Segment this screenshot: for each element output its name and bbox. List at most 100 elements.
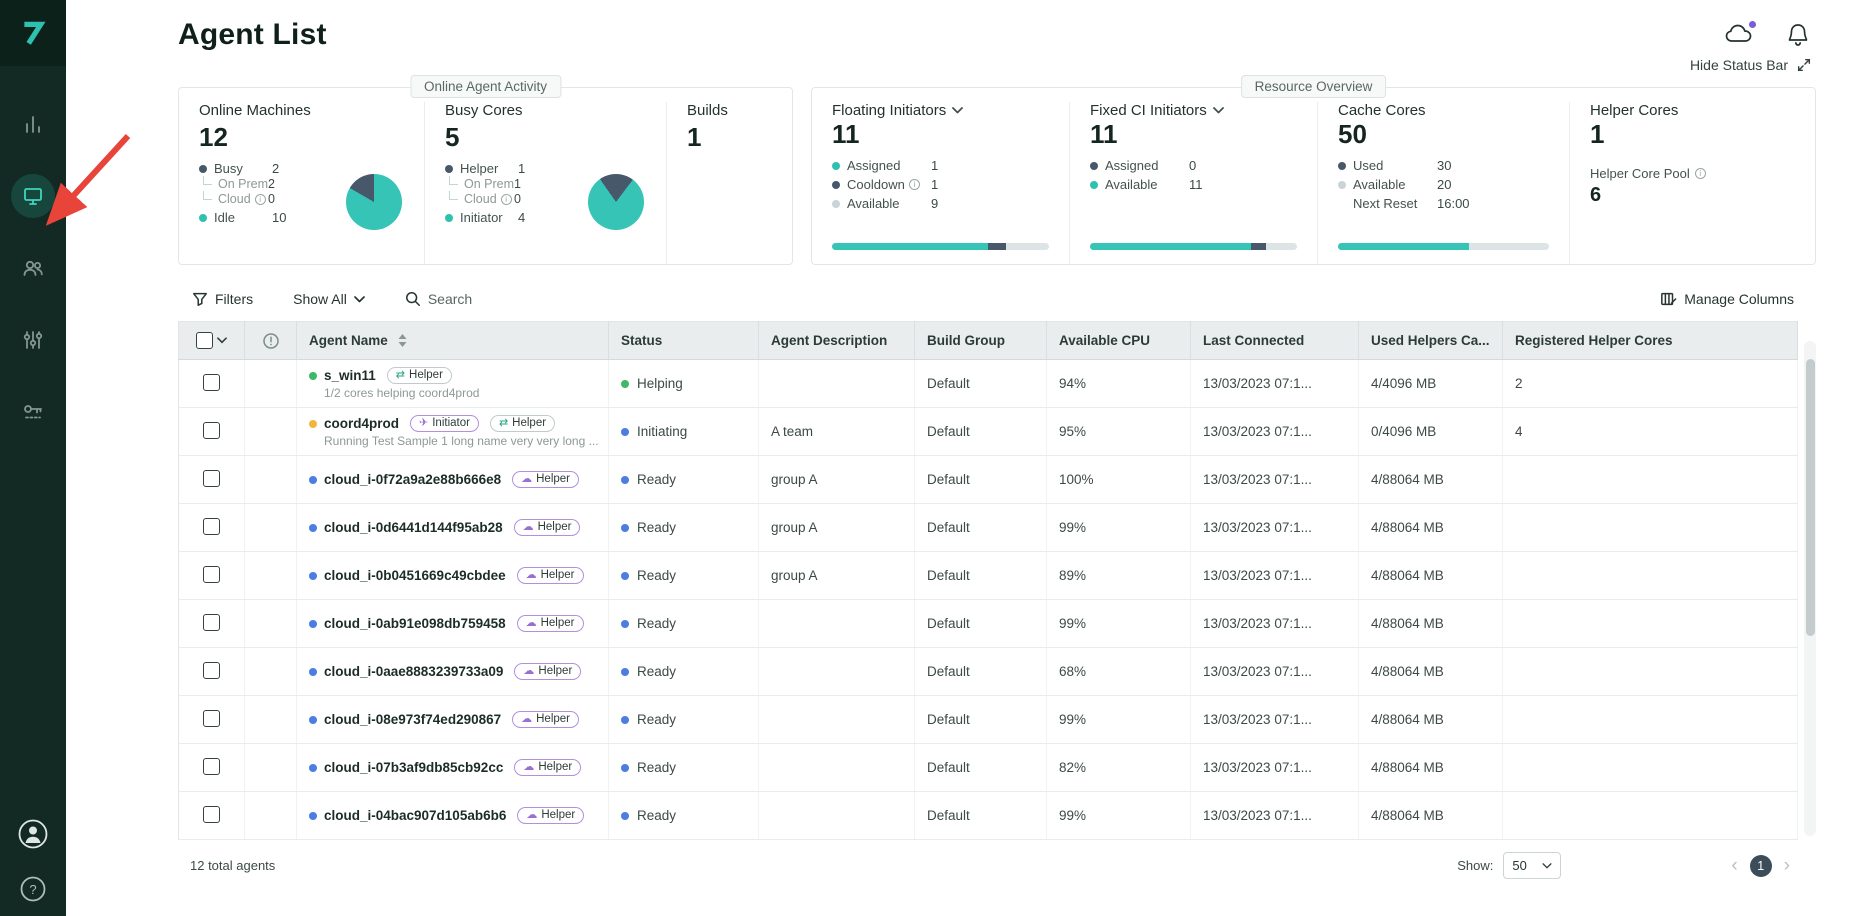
sidebar-item-agents[interactable] [11,174,55,218]
column-header-registered-cores[interactable]: Registered Helper Cores [1503,322,1798,360]
cooldown-dot [832,181,840,189]
cloud-icon: ☁ [526,810,537,821]
available-cpu: 99% [1047,504,1191,552]
sort-icon[interactable] [398,334,407,347]
row-checkbox[interactable] [203,758,220,775]
app-logo[interactable] [0,0,66,66]
prev-page-button[interactable]: ‹ [1731,856,1737,875]
info-icon[interactable] [501,194,512,205]
status-label: Ready [637,664,676,679]
filters-button[interactable]: Filters [192,291,253,307]
column-header-description[interactable]: Agent Description [759,322,915,360]
tree-line [449,191,458,200]
agent-name[interactable]: cloud_i-08e973f74ed290867 [324,712,501,727]
alert-cell [245,600,297,648]
agent-description: group A [759,456,915,504]
build-group: Default [915,792,1047,840]
table-row: cloud_i-04bac907d105ab6b6☁HelperReadyDef… [179,792,1798,840]
row-checkbox[interactable] [203,614,220,631]
next-page-button[interactable]: › [1784,856,1790,875]
show-all-dropdown[interactable]: Show All [293,291,365,307]
agent-name[interactable]: cloud_i-0aae8883239733a09 [324,664,503,679]
hide-status-bar-toggle[interactable]: Hide Status Bar [178,57,1812,73]
floating-initiators-value: 11 [832,119,1049,150]
page-size-select[interactable]: 50 [1503,852,1561,879]
scrollbar-thumb[interactable] [1806,359,1815,636]
agent-subtitle: 1/2 cores helping coord4prod [309,386,596,400]
column-header-agent-name[interactable]: Agent Name [297,322,609,360]
busy-cores-pie-chart [588,174,644,230]
badge-swap: ⇄Helper [387,367,452,384]
badge-cloud: ☁Helper [514,519,581,536]
agent-name[interactable]: s_win11 [324,368,376,383]
busy-dot [199,165,207,173]
cloud-status-button[interactable] [1724,22,1754,53]
row-checkbox[interactable] [203,566,220,583]
agent-name[interactable]: cloud_i-0b0451669c49cbdee [324,568,506,583]
column-header-last-connected[interactable]: Last Connected [1191,322,1359,360]
registered-helper-cores [1503,648,1798,696]
available-cpu: 99% [1047,696,1191,744]
used-helpers: 4/88064 MB [1359,456,1503,504]
row-checkbox[interactable] [203,518,220,535]
badge-cloud: ☁Helper [514,759,581,776]
profile-button[interactable] [17,818,49,855]
select-all-header[interactable] [179,322,245,360]
registered-helper-cores [1503,792,1798,840]
agent-description [759,648,915,696]
alert-cell [245,456,297,504]
available-dot [1090,181,1098,189]
select-all-checkbox[interactable] [196,332,213,349]
column-header-status[interactable]: Status [609,322,759,360]
row-checkbox[interactable] [203,470,220,487]
chevron-down-icon[interactable] [1213,107,1224,114]
build-group: Default [915,456,1047,504]
sidebar-item-keys[interactable] [11,390,55,434]
info-icon[interactable] [1695,168,1706,179]
agent-name[interactable]: cloud_i-04bac907d105ab6b6 [324,808,506,823]
chevron-down-icon[interactable] [952,107,963,114]
column-header-build-group[interactable]: Build Group [915,322,1047,360]
row-checkbox[interactable] [203,374,220,391]
collapse-icon [1796,57,1812,73]
agent-name[interactable]: cloud_i-07b3af9db85cb92cc [324,760,503,775]
agent-description: A team [759,408,915,456]
agent-name[interactable]: coord4prod [324,416,399,431]
table-scrollbar [1804,341,1816,836]
cache-cores-bar [1338,243,1549,250]
column-header-cpu[interactable]: Available CPU [1047,322,1191,360]
available-cpu: 89% [1047,552,1191,600]
search-icon [405,291,421,307]
badge-cloud: ☁Helper [517,615,584,632]
alert-cell [245,648,297,696]
available-cpu: 94% [1047,360,1191,408]
agent-name[interactable]: cloud_i-0d6441d144f95ab28 [324,520,503,535]
row-checkbox[interactable] [203,662,220,679]
available-cpu: 68% [1047,648,1191,696]
row-checkbox[interactable] [203,710,220,727]
notifications-button[interactable] [1786,22,1810,53]
agent-description [759,600,915,648]
agent-name[interactable]: cloud_i-0f72a9a2e88b666e8 [324,472,501,487]
build-group: Default [915,696,1047,744]
sidebar-item-analytics[interactable] [11,102,55,146]
last-connected: 13/03/2023 07:1... [1191,648,1359,696]
sidebar-item-users[interactable] [11,246,55,290]
current-page-button[interactable]: 1 [1750,855,1772,877]
help-button[interactable]: ? [19,875,47,908]
info-icon[interactable] [909,179,920,190]
column-header-used-helpers[interactable]: Used Helpers Ca... [1359,322,1503,360]
cache-cores-value: 50 [1338,119,1549,150]
cloud-icon: ☁ [523,522,534,533]
row-checkbox[interactable] [203,422,220,439]
available-cpu: 99% [1047,792,1191,840]
used-helpers: 0/4096 MB [1359,408,1503,456]
manage-columns-button[interactable]: Manage Columns [1660,291,1794,307]
sidebar-item-settings[interactable] [11,318,55,362]
row-checkbox[interactable] [203,806,220,823]
search-button[interactable]: Search [405,291,472,307]
agent-name[interactable]: cloud_i-0ab91e098db759458 [324,616,506,631]
info-icon[interactable] [255,194,266,205]
top-icons [1724,22,1810,53]
chevron-down-icon[interactable] [217,337,227,344]
